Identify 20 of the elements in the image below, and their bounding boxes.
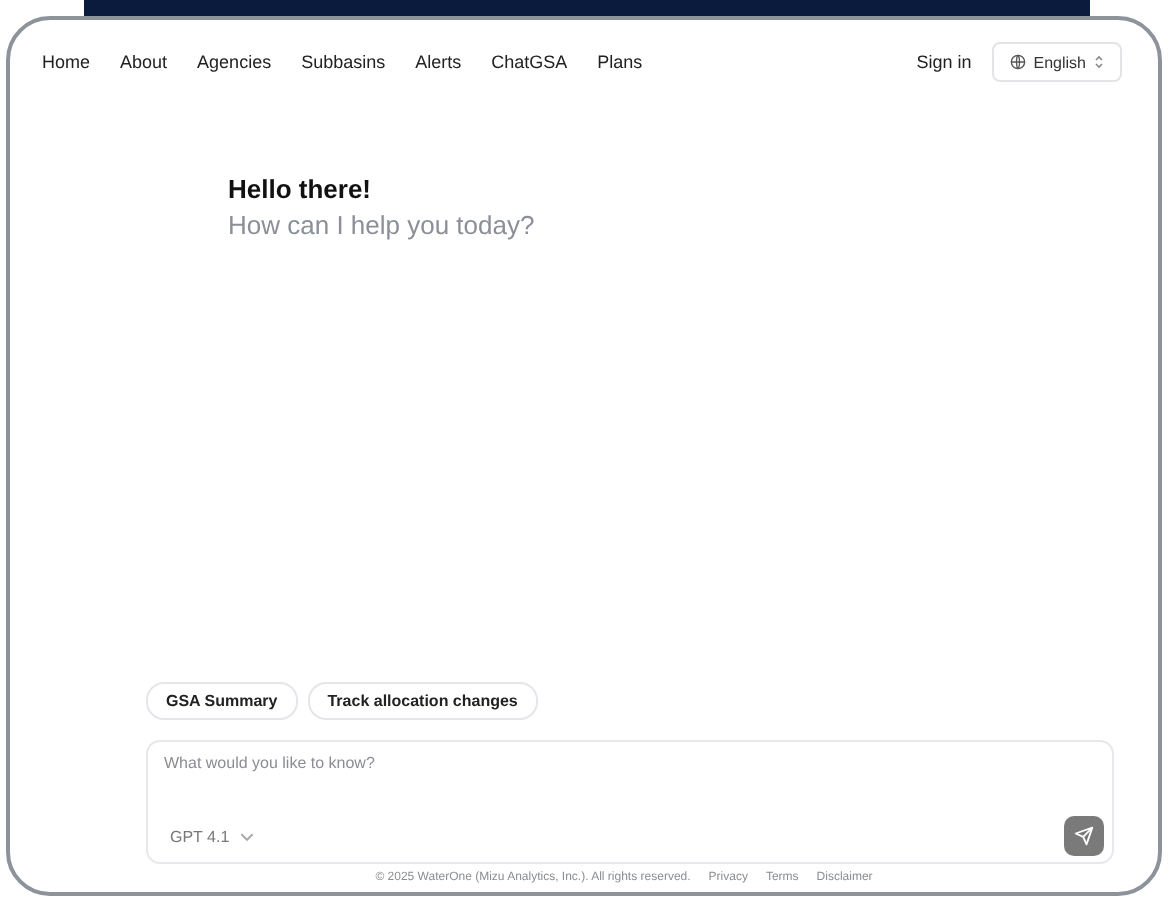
- globe-icon: [1009, 54, 1026, 70]
- chat-input[interactable]: What would you like to know? GPT 4.1: [146, 740, 1114, 864]
- nav-link[interactable]: Subbasins: [301, 52, 386, 72]
- sign-in-link[interactable]: Sign in: [916, 52, 972, 72]
- nav-link[interactable]: Plans: [597, 52, 643, 72]
- suggestion-chip[interactable]: Track allocation changes: [307, 682, 538, 720]
- model-selector[interactable]: GPT 4.1: [164, 827, 254, 845]
- nav-link[interactable]: Home: [42, 52, 91, 72]
- nav-link[interactable]: About: [120, 52, 168, 72]
- greeting-title: Hello there!: [228, 174, 374, 204]
- chevron-updown-icon: [1094, 54, 1104, 70]
- nav-link[interactable]: Alerts: [415, 52, 462, 72]
- greeting-subtitle: How can I help you today?: [228, 210, 537, 240]
- language-selector[interactable]: English: [991, 42, 1122, 82]
- send-button[interactable]: [1064, 816, 1104, 856]
- suggestion-chip[interactable]: GSA Summary: [146, 682, 298, 720]
- chevron-down-icon: [239, 831, 254, 841]
- nav-link[interactable]: Agencies: [197, 52, 272, 72]
- nav-link[interactable]: ChatGSA: [491, 52, 568, 72]
- paper-plane-icon: [1074, 826, 1094, 846]
